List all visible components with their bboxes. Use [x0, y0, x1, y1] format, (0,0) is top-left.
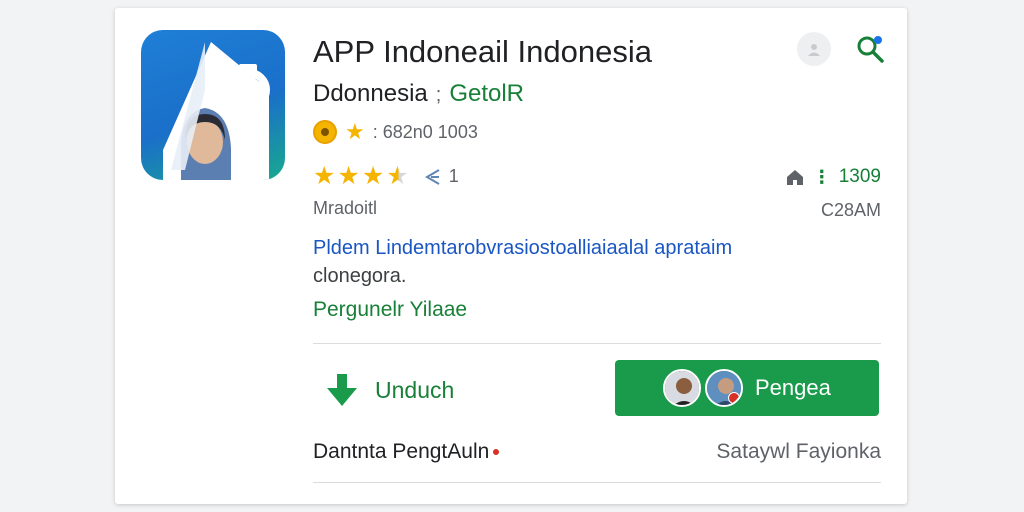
meta-text: : 682n0 1003 [372, 121, 478, 142]
download-label: Unduch [375, 376, 455, 403]
description-link[interactable]: Pldem Lindemtarobvrasiostoalliaiaalal ap… [313, 237, 732, 259]
share-icon [424, 168, 440, 185]
rating-row: ★ ★ ★ ★ 1 [313, 164, 459, 189]
footer-left-text: Dantnta PengtAuln [313, 440, 490, 463]
star-icon: ★ [337, 162, 360, 190]
app-description: Pldem Lindemtarobvrasiostoalliaiaalal ap… [313, 234, 833, 290]
notification-dot-icon [728, 392, 740, 404]
friend-avatars [663, 369, 743, 407]
star-icon: ★ [345, 119, 365, 144]
stats: ⋮ 1309 C28AM [785, 166, 881, 221]
search-icon [857, 36, 884, 63]
top-actions [797, 32, 887, 66]
subtitle-separator: ; [435, 84, 442, 106]
rating-count: 1 [448, 166, 459, 186]
app-title: APP Indoneail Indonesia [313, 34, 652, 69]
publisher-link[interactable]: GetolR [449, 80, 524, 108]
meta-row: ★ : 682n0 1003 [313, 120, 478, 144]
app-subtitle: Ddonnesia ; GetolR [313, 80, 524, 108]
app-icon[interactable] [141, 30, 285, 180]
coin-icon [313, 120, 337, 144]
rating-stars: ★ ★ ★ ★ [313, 164, 409, 189]
notification-dot-icon [493, 449, 500, 455]
install-button[interactable]: Pengea [615, 360, 879, 416]
download-button[interactable]: Unduch [325, 363, 454, 417]
category-label: Mradoitl [313, 198, 378, 218]
footer-left[interactable]: Dantnta PengtAuln [313, 440, 500, 464]
star-icon: ★ [361, 162, 385, 190]
stats-value: 1309 [838, 166, 881, 187]
stats-sub: C28AM [820, 200, 881, 220]
search-button[interactable] [853, 32, 887, 66]
star-icon: ★ [313, 162, 336, 190]
house-icon [786, 170, 803, 185]
star-half-icon: ★ [386, 162, 409, 190]
divider [313, 482, 881, 483]
download-arrow-icon [327, 374, 357, 406]
install-label: Pengea [755, 375, 831, 400]
divider [313, 343, 881, 344]
stats-dots: ⋮ [812, 166, 831, 187]
stats-line: ⋮ 1309 [785, 166, 881, 188]
description-text: clonegora. [313, 265, 407, 287]
more-link[interactable]: Pergunelr Yilaae [313, 298, 467, 322]
avatar [663, 369, 701, 407]
developer-name[interactable]: Ddonnesia [313, 80, 428, 108]
avatar [705, 369, 743, 407]
avatar-icon[interactable] [797, 32, 831, 66]
footer-right[interactable]: Sataywl Fayionka [716, 440, 881, 464]
share-button[interactable]: 1 [423, 166, 459, 187]
app-card: APP Indoneail Indonesia Ddonnesia ; Geto… [115, 8, 907, 504]
